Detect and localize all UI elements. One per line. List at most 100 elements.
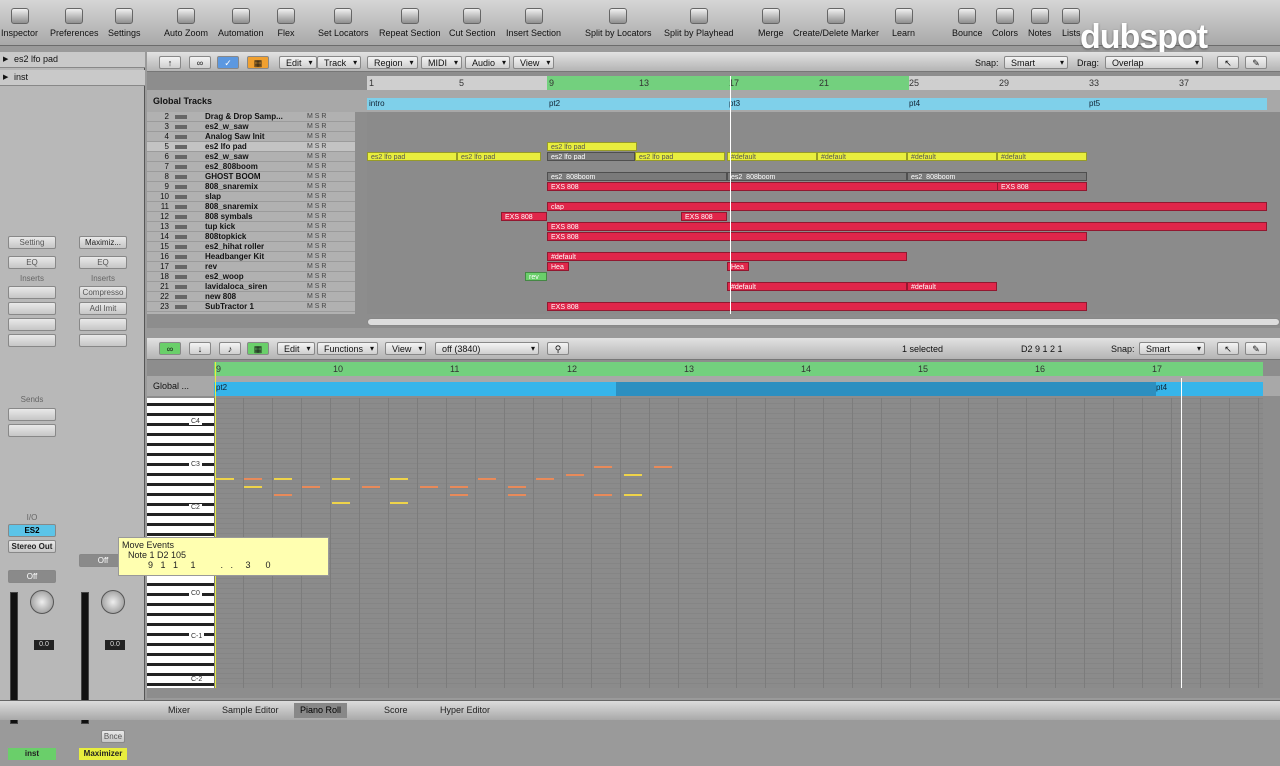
- mute-solo-buttons[interactable]: M S R: [307, 192, 326, 202]
- mute-solo-buttons[interactable]: M S R: [307, 272, 326, 282]
- track-header[interactable]: 5 es2 lfo pad M S R: [147, 142, 355, 152]
- toolbar-button-automation[interactable]: Automation: [218, 8, 264, 44]
- toolbar-button-insert-section[interactable]: Insert Section: [506, 8, 561, 44]
- toolbar-button-repeat-section[interactable]: Repeat Section: [379, 8, 441, 44]
- pan-knob[interactable]: [101, 590, 125, 614]
- track-header[interactable]: 8 GHOST BOOM M S R: [147, 172, 355, 182]
- marker-pt4[interactable]: pt4: [909, 99, 920, 108]
- track-header[interactable]: 11 808_snaremix M S R: [147, 202, 355, 212]
- midi-note[interactable]: [450, 486, 468, 488]
- eq-button[interactable]: EQ: [79, 256, 127, 269]
- region[interactable]: es2_808boom: [727, 172, 907, 181]
- track-header[interactable]: 17 rev M S R: [147, 262, 355, 272]
- tab-hyper-editor[interactable]: Hyper Editor: [440, 705, 490, 715]
- mute-solo-buttons[interactable]: M S R: [307, 232, 326, 242]
- drag-select[interactable]: Overlap: [1105, 56, 1203, 69]
- marker-lane[interactable]: intro pt2 pt3 pt4 pt5: [367, 98, 1267, 110]
- insert-slot[interactable]: [8, 302, 56, 315]
- mute-solo-buttons[interactable]: M S R: [307, 132, 326, 142]
- mute-solo-buttons[interactable]: M S R: [307, 292, 326, 302]
- region[interactable]: EXS 808: [547, 302, 1087, 311]
- send-slot[interactable]: [8, 408, 56, 421]
- midi-note[interactable]: [624, 474, 642, 476]
- toolbar-button-auto-zoom[interactable]: Auto Zoom: [164, 8, 208, 44]
- region[interactable]: es2 lfo pad: [457, 152, 541, 161]
- region[interactable]: es2 lfo pad: [635, 152, 725, 161]
- toolbar-button-settings[interactable]: Settings: [108, 8, 141, 44]
- mute-solo-buttons[interactable]: M S R: [307, 282, 326, 292]
- region[interactable]: #default: [817, 152, 907, 161]
- bounce-button[interactable]: Bnce: [101, 730, 125, 743]
- toolbar-button-merge[interactable]: Merge: [758, 8, 784, 44]
- midi-note[interactable]: [362, 486, 380, 488]
- midi-note[interactable]: [216, 478, 234, 480]
- snap-select[interactable]: Smart: [1004, 56, 1068, 69]
- midi-note[interactable]: [244, 486, 262, 488]
- arrange-edit-menu[interactable]: Edit: [279, 56, 317, 69]
- marker-pt2[interactable]: pt2: [216, 383, 227, 392]
- region[interactable]: EXS 808: [547, 222, 1267, 231]
- toolbar-button-cut-section[interactable]: Cut Section: [449, 8, 496, 44]
- editor-snap-select[interactable]: Smart: [1139, 342, 1205, 355]
- mute-solo-buttons[interactable]: M S R: [307, 262, 326, 272]
- region[interactable]: Hea: [547, 262, 569, 271]
- output-slot[interactable]: Stereo Out: [8, 540, 56, 553]
- region[interactable]: rev: [525, 272, 547, 281]
- mute-solo-buttons[interactable]: M S R: [307, 252, 326, 262]
- region[interactable]: #default: [907, 282, 997, 291]
- mute-solo-buttons[interactable]: M S R: [307, 152, 326, 162]
- midi-note[interactable]: [654, 466, 672, 468]
- marker-pt5[interactable]: pt5: [1089, 99, 1100, 108]
- midi-note[interactable]: [302, 486, 320, 488]
- region[interactable]: EXS 808: [547, 232, 1087, 241]
- insert-slot[interactable]: [79, 318, 127, 331]
- mute-solo-buttons[interactable]: M S R: [307, 172, 326, 182]
- region[interactable]: #default: [727, 152, 817, 161]
- link-button[interactable]: ∞: [189, 56, 211, 69]
- midi-note[interactable]: [332, 478, 350, 480]
- link-button[interactable]: ∞: [159, 342, 181, 355]
- pan-knob[interactable]: [30, 590, 54, 614]
- region[interactable]: EXS 808: [681, 212, 727, 221]
- editor-edit-menu[interactable]: Edit: [277, 342, 315, 355]
- midi-note[interactable]: [594, 494, 612, 496]
- editor-global-tracks-label[interactable]: Global ...: [153, 381, 189, 391]
- region[interactable]: EXS 808: [501, 212, 547, 221]
- midi-note[interactable]: [508, 494, 526, 496]
- region[interactable]: es2 lfo pad: [367, 152, 457, 161]
- pencil-tool-button[interactable]: ✎: [1245, 56, 1267, 69]
- toolbar-button-flex[interactable]: Flex: [277, 8, 295, 44]
- track-header[interactable]: 16 Headbanger Kit M S R: [147, 252, 355, 262]
- track-header[interactable]: 10 slap M S R: [147, 192, 355, 202]
- tab-mixer[interactable]: Mixer: [168, 705, 190, 715]
- editor-playhead[interactable]: [1181, 378, 1182, 688]
- mute-solo-buttons[interactable]: M S R: [307, 162, 326, 172]
- midi-note[interactable]: [594, 466, 612, 468]
- tab-sample-editor[interactable]: Sample Editor: [222, 705, 279, 715]
- tab-score[interactable]: Score: [384, 705, 408, 715]
- region[interactable]: es2 lfo pad: [547, 142, 637, 151]
- toolbar-button-set-locators[interactable]: Set Locators: [318, 8, 369, 44]
- mute-solo-buttons[interactable]: M S R: [307, 302, 326, 312]
- midi-note[interactable]: [508, 486, 526, 488]
- track-header[interactable]: 4 Analog Saw Init M S R: [147, 132, 355, 142]
- editor-view-menu[interactable]: View: [385, 342, 427, 355]
- midi-note[interactable]: [390, 502, 408, 504]
- region[interactable]: es2 lfo pad: [547, 152, 635, 161]
- insert-adlimit[interactable]: Adl Imit: [79, 302, 127, 315]
- region[interactable]: es2_808boom: [907, 172, 1087, 181]
- region[interactable]: #default: [997, 152, 1087, 161]
- playhead[interactable]: [730, 76, 731, 314]
- midi-out-button[interactable]: ♪: [219, 342, 241, 355]
- toolbar-button-colors[interactable]: Colors: [992, 8, 1018, 44]
- input-slot[interactable]: ES2: [8, 524, 56, 537]
- mute-solo-buttons[interactable]: M S R: [307, 222, 326, 232]
- insert-compressor[interactable]: Compresso: [79, 286, 127, 299]
- midi-in-button[interactable]: ↓: [189, 342, 211, 355]
- midi-note[interactable]: [624, 494, 642, 496]
- collapse-button[interactable]: ▦: [247, 342, 269, 355]
- midi-note[interactable]: [420, 486, 438, 488]
- pencil-tool-button[interactable]: ✎: [1245, 342, 1267, 355]
- quantize-select[interactable]: off (3840): [435, 342, 539, 355]
- midi-note[interactable]: [244, 478, 262, 480]
